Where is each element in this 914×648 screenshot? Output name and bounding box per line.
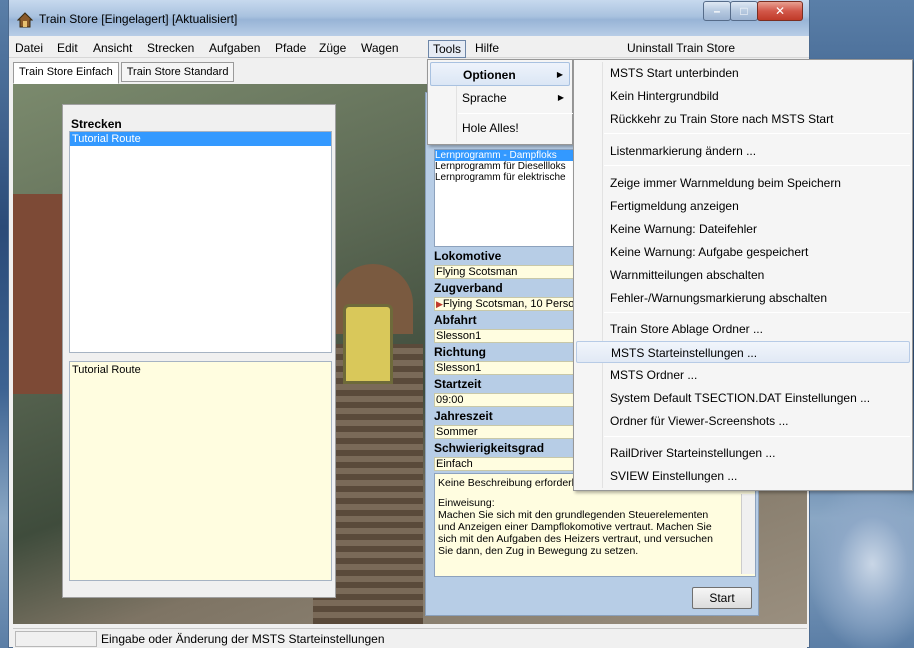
menu-uninstall[interactable]: Uninstall Train Store (627, 41, 735, 55)
menu-item-label: Optionen (463, 68, 516, 82)
menu-strecken[interactable]: Strecken (143, 40, 198, 58)
submenu-arrow-icon: ▶ (557, 93, 564, 102)
zugverband-value: ▶Flying Scotsman, 10 Perso (434, 297, 594, 311)
menu-hilfe[interactable]: Hilfe (471, 40, 503, 58)
menu-item-fehlermarkierung[interactable]: Fehler-/Warnungsmarkierung abschalten (576, 287, 910, 309)
start-button[interactable]: Start (692, 587, 752, 609)
list-item[interactable]: Lernprogramm für elektrische (435, 172, 593, 183)
aufgaben-list[interactable]: Lernprogramm - Dampfloks Lernprogramm fü… (434, 149, 594, 247)
desc-line: sich mit den Aufgaben des Heizers vertra… (438, 533, 713, 545)
menu-item-keine-warnung-dateifehler[interactable]: Keine Warnung: Dateifehler (576, 218, 910, 240)
menu-zuege[interactable]: Züge (315, 40, 350, 58)
strecken-title: Strecken (71, 117, 122, 131)
list-item[interactable]: Lernprogramm - Dampfloks (435, 150, 593, 161)
menu-item-optionen[interactable]: Optionen ▶ (430, 62, 570, 86)
menu-item-msts-ordner[interactable]: MSTS Ordner ... (576, 364, 910, 386)
desc-line: Machen Sie sich mit den grundlegenden St… (438, 509, 709, 521)
close-button[interactable]: ✕ (757, 1, 803, 21)
strecken-list[interactable]: Tutorial Route (69, 131, 332, 353)
menu-item-label: Sprache (462, 91, 507, 105)
menu-item-tsection[interactable]: System Default TSECTION.DAT Einstellunge… (576, 387, 910, 409)
tab-einfach[interactable]: Train Store Einfach (13, 62, 119, 84)
status-text: Eingabe oder Änderung der MSTS Starteins… (101, 632, 385, 646)
menu-item-msts-start-unterbinden[interactable]: MSTS Start unterbinden (576, 62, 910, 84)
minimize-button[interactable]: – (703, 1, 731, 21)
menu-bar: Datei Edit Ansicht Strecken Aufgaben Pfa… (9, 38, 809, 58)
startzeit-label: Startzeit (434, 377, 482, 391)
submenu-arrow-icon: ▶ (556, 70, 563, 79)
menu-item-msts-starteinstellungen[interactable]: MSTS Starteinstellungen ... (576, 341, 910, 363)
abfahrt-label: Abfahrt (434, 313, 477, 327)
locomotive (343, 304, 393, 384)
tab-strip: Train Store Einfach Train Store Standard (13, 62, 236, 84)
desc-line: Sie dann, den Zug in Bewegung zu setzen. (438, 545, 639, 557)
maximize-icon: □ (740, 4, 748, 18)
menu-item-hole-alles[interactable]: Hole Alles! (430, 116, 570, 140)
strecken-panel: Strecken Tutorial Route Tutorial Route (62, 104, 336, 598)
minimize-icon: – (713, 4, 721, 18)
zugverband-label: Zugverband (434, 281, 503, 295)
tab-standard[interactable]: Train Store Standard (120, 62, 235, 82)
menu-separator (604, 436, 910, 437)
menu-item-screenshots[interactable]: Ordner für Viewer-Screenshots ... (576, 410, 910, 432)
richtung-label: Richtung (434, 345, 486, 359)
menu-item-kein-hintergrundbild[interactable]: Kein Hintergrundbild (576, 85, 910, 107)
menu-item-fertigmeldung[interactable]: Fertigmeldung anzeigen (576, 195, 910, 217)
desc-line: und Anzeigen einer Dampflokomotive vertr… (438, 521, 712, 533)
close-icon: ✕ (774, 4, 786, 18)
menu-item-sview[interactable]: SVIEW Einstellungen ... (576, 465, 910, 487)
abfahrt-value: Slesson1 (434, 329, 594, 343)
lokomotive-value: Flying Scotsman (434, 265, 594, 279)
menu-edit[interactable]: Edit (53, 40, 82, 58)
menu-item-raildriver[interactable]: RailDriver Starteinstellungen ... (576, 442, 910, 464)
menu-separator (604, 312, 910, 313)
schwierigkeit-value: Einfach (434, 457, 594, 471)
menu-item-zeige-warnmeldung[interactable]: Zeige immer Warnmeldung beim Speichern (576, 172, 910, 194)
train-icon: ▶ (436, 299, 443, 309)
menu-item-rueckkehr[interactable]: Rückkehr zu Train Store nach MSTS Start (576, 108, 910, 130)
menu-item-listenmarkierung[interactable]: Listenmarkierung ändern ... (576, 140, 910, 162)
optionen-menu: MSTS Start unterbinden Kein Hintergrundb… (573, 59, 913, 491)
menu-datei[interactable]: Datei (11, 40, 47, 58)
menu-ansicht[interactable]: Ansicht (89, 40, 136, 58)
strecken-description: Tutorial Route (69, 361, 332, 581)
schwierigkeit-label: Schwierigkeitsgrad (434, 441, 545, 455)
window-title: Train Store [Eingelagert] [Aktualisiert] (39, 12, 238, 26)
richtung-value: Slesson1 (434, 361, 594, 375)
lokomotive-label: Lokomotive (434, 249, 502, 263)
status-cell (15, 631, 97, 647)
description-scrollbar[interactable] (741, 494, 755, 574)
menu-item-sprache[interactable]: Sprache ▶ (430, 86, 570, 110)
list-item[interactable]: Lernprogramm für Diesellloks (435, 161, 593, 172)
menu-pfade[interactable]: Pfade (271, 40, 310, 58)
status-bar: Eingabe oder Änderung der MSTS Starteins… (13, 628, 807, 648)
house-icon (17, 12, 33, 28)
menu-tools[interactable]: Tools (428, 40, 467, 58)
menu-item-keine-warnung-aufgabe[interactable]: Keine Warnung: Aufgabe gespeichert (576, 241, 910, 263)
menu-item-warnmitteilungen[interactable]: Warnmitteilungen abschalten (576, 264, 910, 286)
menu-separator (604, 133, 910, 134)
jahreszeit-value: Sommer (434, 425, 594, 439)
jahreszeit-label: Jahreszeit (434, 409, 493, 423)
desktop-background (810, 480, 914, 648)
menu-item-ablage-ordner[interactable]: Train Store Ablage Ordner ... (576, 318, 910, 340)
maximize-button[interactable]: □ (730, 1, 758, 21)
desc-line: Einweisung: (438, 497, 495, 509)
list-item[interactable]: Tutorial Route (70, 132, 331, 146)
menu-separator (604, 165, 910, 166)
menu-aufgaben[interactable]: Aufgaben (205, 40, 264, 58)
menu-wagen[interactable]: Wagen (357, 40, 403, 58)
title-bar[interactable]: Train Store [Eingelagert] [Aktualisiert]… (9, 0, 809, 36)
tools-menu: Optionen ▶ Sprache ▶ Hole Alles! (427, 59, 764, 145)
startzeit-value: 09:00 (434, 393, 594, 407)
